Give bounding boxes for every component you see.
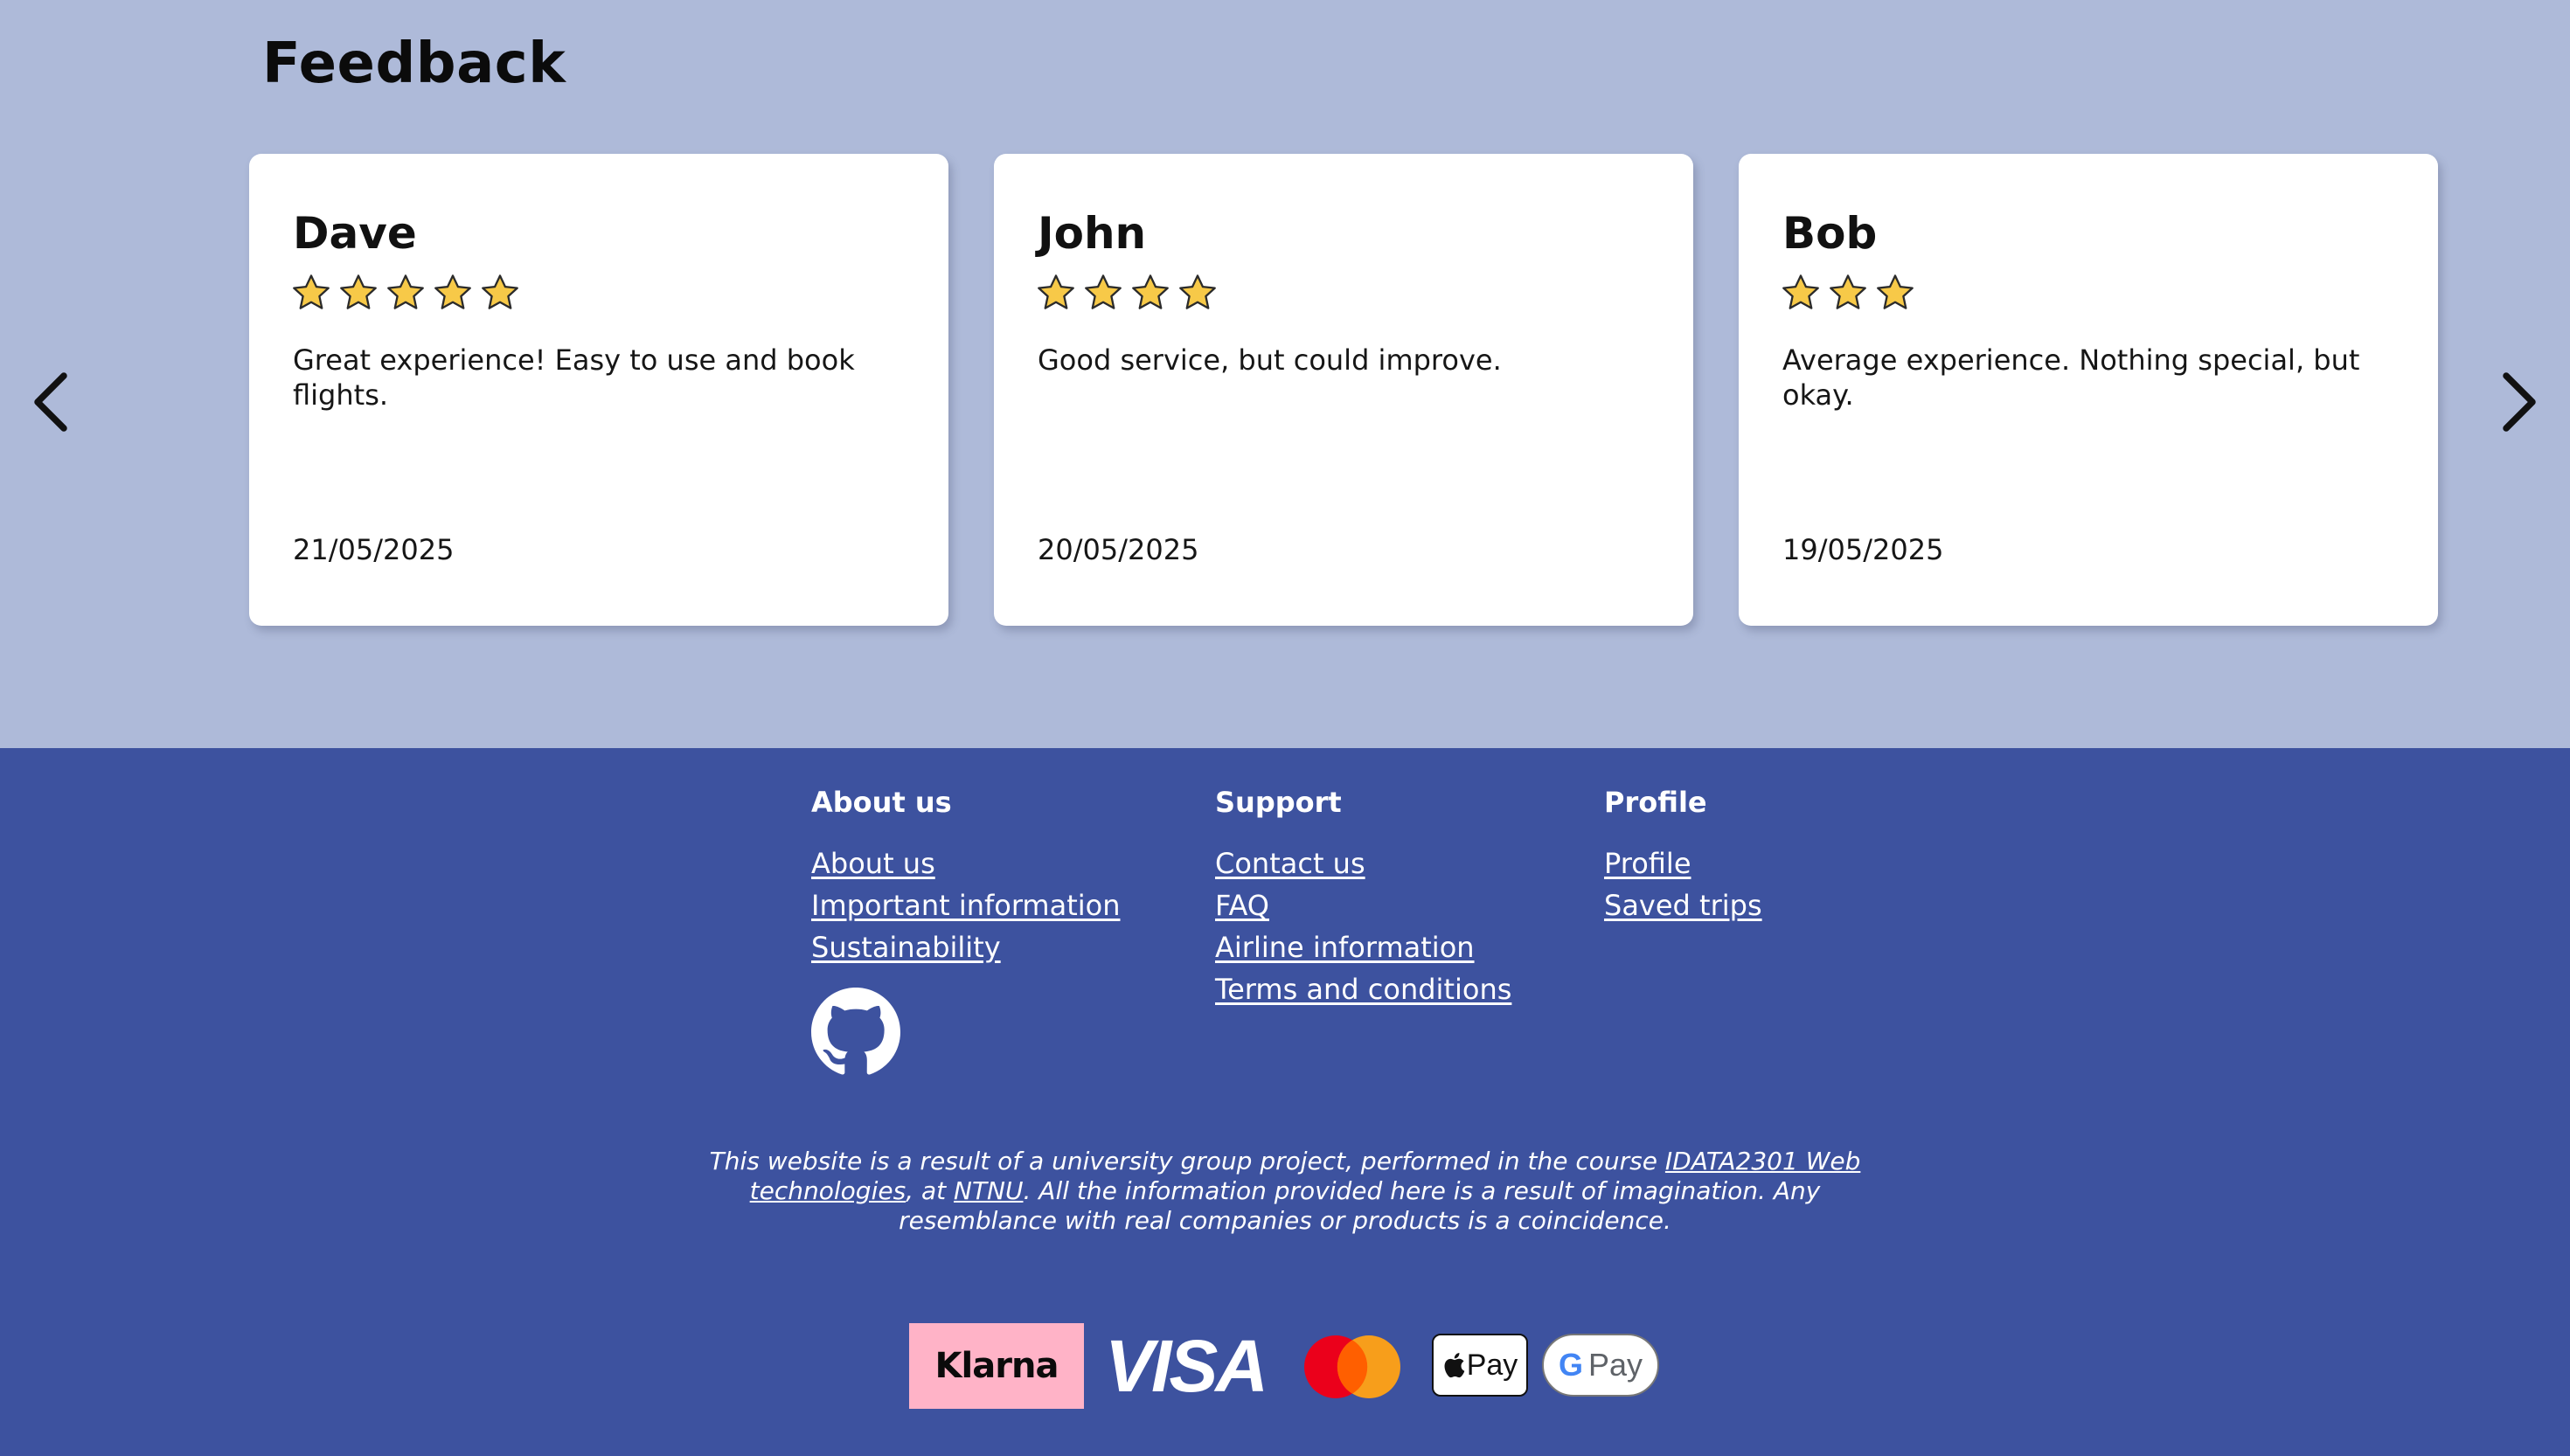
star-icon bbox=[1038, 274, 1074, 309]
footer-link-faq[interactable]: FAQ bbox=[1215, 884, 1511, 926]
star-icon bbox=[1179, 274, 1216, 309]
star-icon bbox=[1782, 274, 1819, 309]
feedback-section: Feedback Dave Great experience! Easy to … bbox=[0, 0, 2570, 748]
review-text: Average experience. Nothing special, but… bbox=[1782, 343, 2360, 412]
star-icon bbox=[1132, 274, 1169, 309]
feedback-card: Bob Average experience. Nothing special,… bbox=[1739, 154, 2438, 626]
github-icon[interactable] bbox=[811, 988, 900, 1077]
google-g-icon: G bbox=[1558, 1347, 1583, 1383]
star-icon bbox=[434, 274, 471, 309]
footer-heading: Support bbox=[1215, 786, 1342, 819]
star-icon bbox=[340, 274, 377, 309]
apple-icon bbox=[1444, 1353, 1465, 1378]
star-icon bbox=[1877, 274, 1914, 309]
visa-logo: VISA bbox=[1104, 1324, 1268, 1407]
apple-pay-logo: Pay bbox=[1432, 1334, 1528, 1397]
review-date: 19/05/2025 bbox=[1782, 533, 1944, 566]
footer-column-support: Support Contact us FAQ Airline informati… bbox=[1215, 785, 1511, 1010]
footer-link-sustainability[interactable]: Sustainability bbox=[811, 926, 1121, 968]
star-icon bbox=[1830, 274, 1866, 309]
footer-link-terms-and-conditions[interactable]: Terms and conditions bbox=[1215, 968, 1511, 1010]
disclaimer-text: . All the information provided here is a… bbox=[899, 1176, 1821, 1235]
footer-link-saved-trips[interactable]: Saved trips bbox=[1604, 884, 1762, 926]
chevron-left-icon bbox=[34, 372, 67, 432]
review-text: Great experience! Easy to use and book f… bbox=[293, 343, 855, 412]
footer-column-about: About us About us Important information … bbox=[811, 785, 1121, 1077]
chevron-right-icon bbox=[2503, 372, 2536, 432]
reviewer-name: Bob bbox=[1782, 208, 1878, 259]
footer-link-airline-information[interactable]: Airline information bbox=[1215, 926, 1511, 968]
review-date: 20/05/2025 bbox=[1038, 533, 1199, 566]
disclaimer-text: , at bbox=[906, 1176, 954, 1205]
klarna-logo: Klarna bbox=[909, 1323, 1084, 1409]
reviewer-name: Dave bbox=[293, 208, 417, 259]
star-icon bbox=[387, 274, 424, 309]
star-icon bbox=[293, 274, 330, 309]
footer-link-about-us[interactable]: About us bbox=[811, 842, 1121, 884]
star-icon bbox=[482, 274, 518, 309]
carousel-next-button[interactable] bbox=[2477, 363, 2556, 441]
apple-pay-label: Pay bbox=[1466, 1348, 1518, 1382]
star-rating bbox=[291, 273, 520, 313]
star-rating bbox=[1781, 273, 1915, 313]
carousel-prev-button[interactable] bbox=[14, 363, 93, 441]
disclaimer-text: This website is a result of a university… bbox=[709, 1147, 1665, 1175]
footer-link-contact-us[interactable]: Contact us bbox=[1215, 842, 1511, 884]
footer-heading: Profile bbox=[1604, 786, 1707, 819]
feedback-card: Dave Great experience! Easy to use and b… bbox=[249, 154, 948, 626]
feedback-title: Feedback bbox=[262, 31, 566, 96]
site-footer: About us About us Important information … bbox=[0, 748, 2570, 1456]
footer-column-profile: Profile Profile Saved trips bbox=[1604, 785, 1762, 926]
footer-link-important-information[interactable]: Important information bbox=[811, 884, 1121, 926]
footer-heading: About us bbox=[811, 786, 952, 819]
footer-link-profile[interactable]: Profile bbox=[1604, 842, 1762, 884]
feedback-card: John Good service, but could improve. 20… bbox=[994, 154, 1693, 626]
star-rating bbox=[1036, 273, 1218, 313]
google-pay-label: Pay bbox=[1587, 1347, 1643, 1383]
mastercard-logo bbox=[1304, 1335, 1400, 1398]
star-icon bbox=[1085, 274, 1122, 309]
review-text: Good service, but could improve. bbox=[1038, 343, 1502, 377]
ntnu-link[interactable]: NTNU bbox=[954, 1176, 1024, 1205]
footer-disclaimer: This website is a result of a university… bbox=[682, 1147, 1888, 1236]
reviewer-name: John bbox=[1038, 208, 1147, 259]
google-pay-logo: G Pay bbox=[1542, 1334, 1659, 1397]
review-date: 21/05/2025 bbox=[293, 533, 455, 566]
